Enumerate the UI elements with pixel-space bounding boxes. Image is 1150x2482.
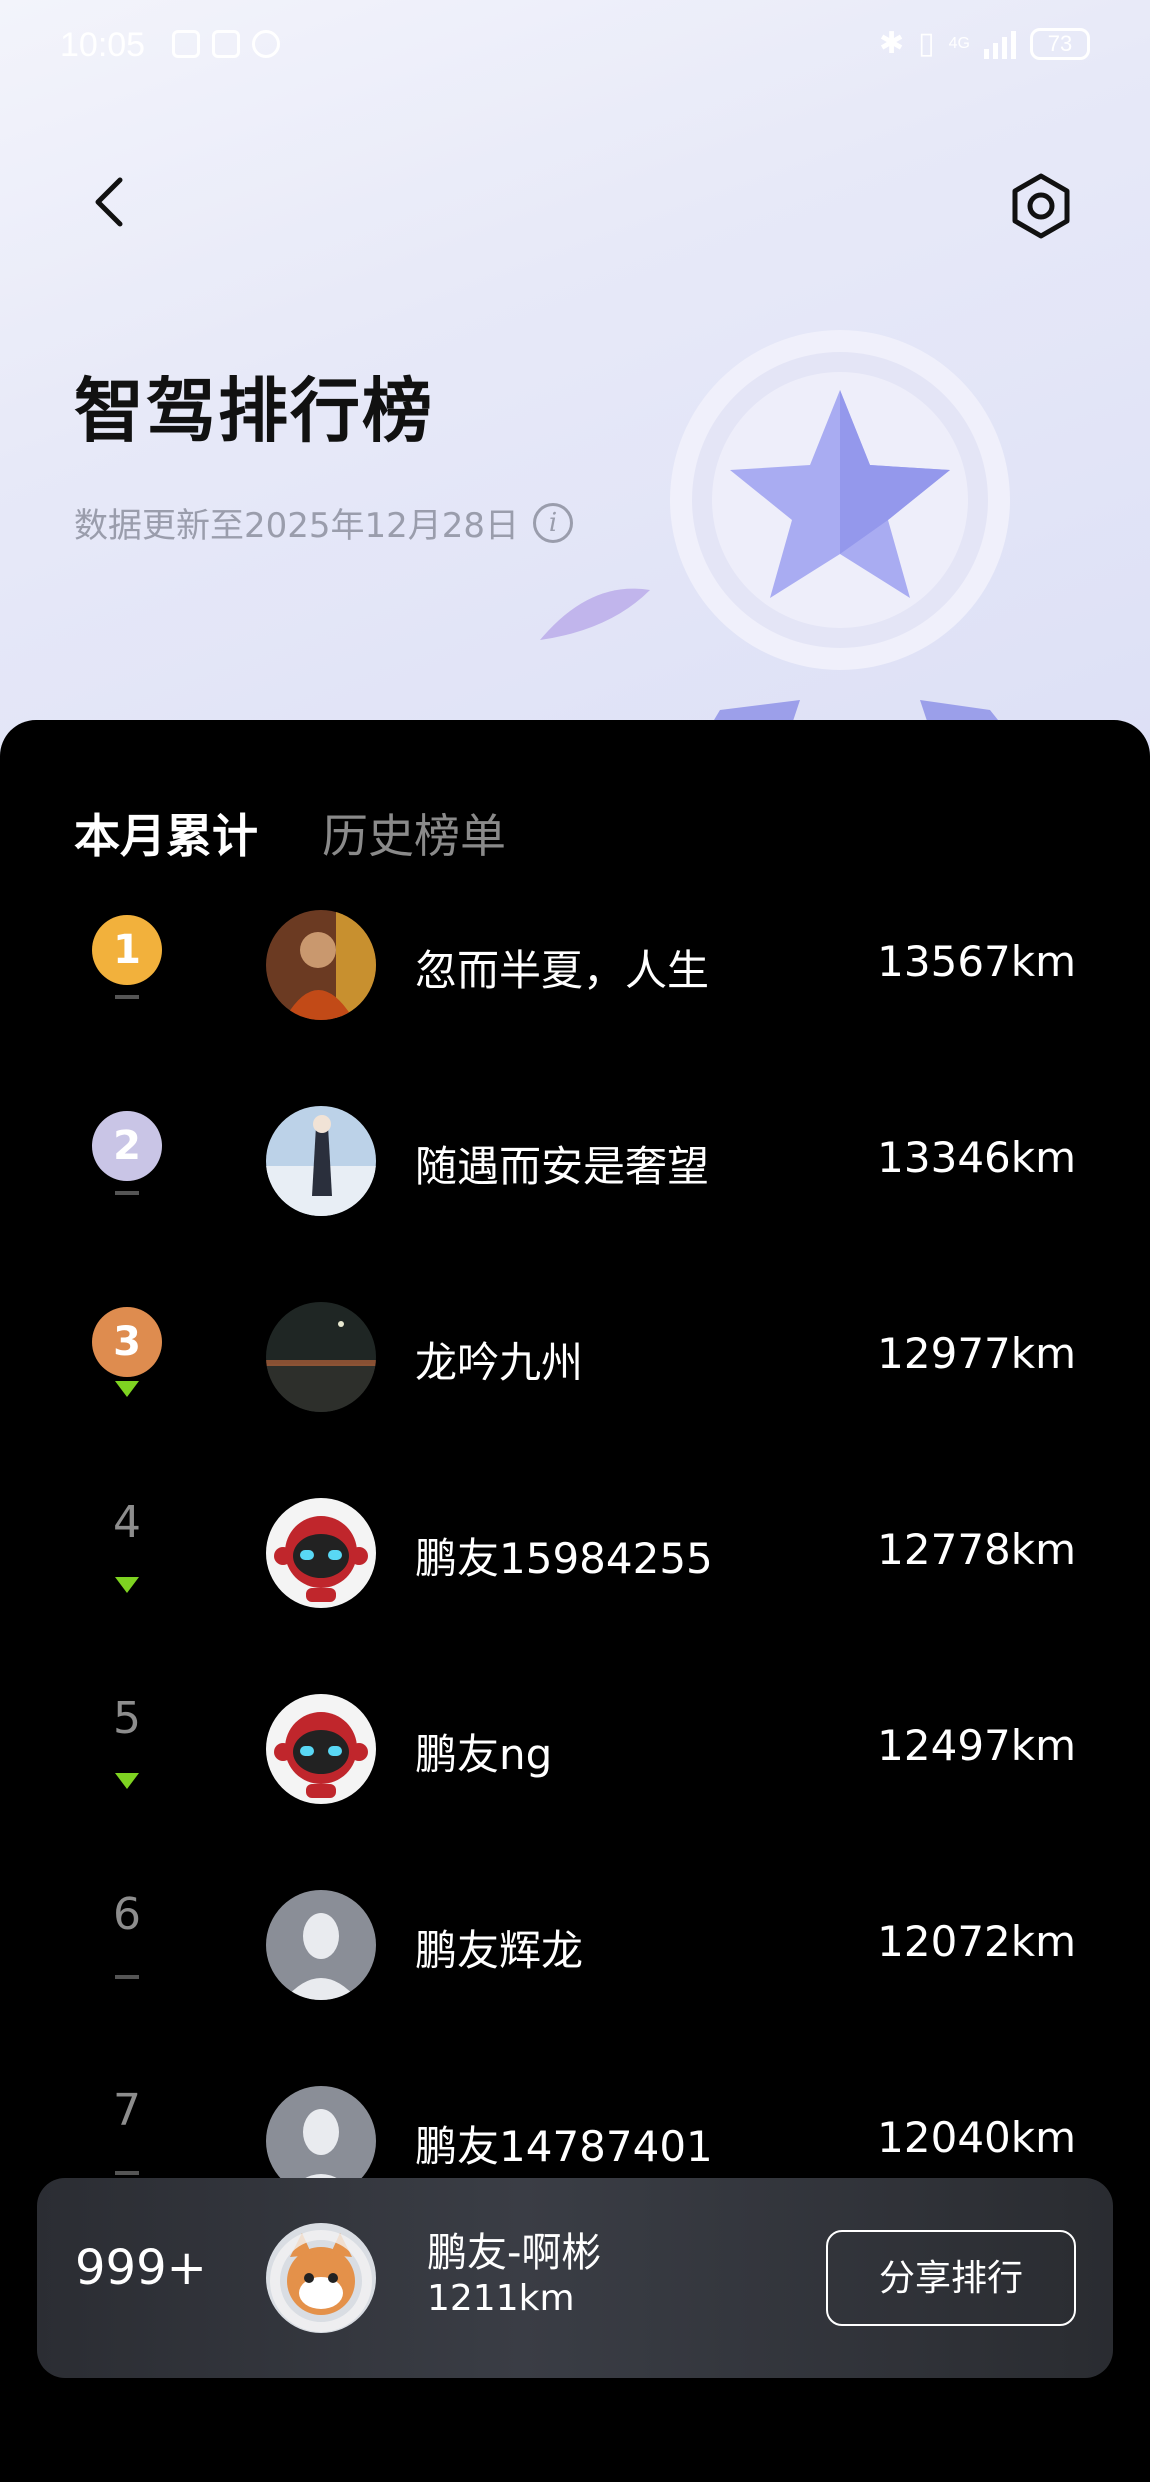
user-avatar — [266, 1694, 376, 1804]
rank-medal-badge: 2 — [92, 1111, 162, 1181]
tab-this-month[interactable]: 本月累计 — [74, 800, 258, 866]
my-rank-bar: 999+ 鹏友-啊彬 1211km 分享排行 — [37, 2178, 1113, 2378]
my-distance: 1211km — [427, 2278, 575, 2319]
bluetooth-icon: ✱ — [879, 27, 905, 60]
page-title: 智驾排行榜 — [74, 370, 434, 452]
rank-number: 4 — [113, 1497, 141, 1548]
share-ranking-button[interactable]: 分享排行 — [826, 2230, 1076, 2326]
battery-icon: 73 — [1030, 27, 1090, 60]
signal-icon — [984, 29, 1016, 59]
vibrate-icon: ▯ — [918, 27, 935, 60]
rank-down-icon — [115, 1577, 139, 1593]
update-date-row: 数据更新至2025年12月28日 i — [74, 498, 574, 547]
rank-number: 7 — [113, 2085, 141, 2136]
leaderboard-row[interactable]: 1 忽而半夏，人生 13567km — [0, 895, 1150, 1035]
user-name: 鹏友ng — [415, 1730, 553, 1779]
leaderboard-row[interactable]: 6 鹏友辉龙 12072km — [0, 1875, 1150, 2015]
user-distance: 13567km — [877, 937, 1076, 986]
my-username: 鹏友-啊彬 — [427, 2230, 602, 2276]
back-arrow-icon[interactable] — [82, 172, 142, 232]
my-avatar — [266, 2223, 376, 2333]
alarm-icon — [252, 30, 280, 58]
rank-number: 6 — [113, 1889, 141, 1940]
user-avatar — [266, 910, 376, 1020]
user-avatar — [266, 1498, 376, 1608]
status-notification-icons — [172, 30, 280, 58]
rank-unchanged-icon — [115, 2171, 139, 2175]
wechat-icon — [172, 30, 200, 58]
rank-unchanged-icon — [115, 995, 139, 999]
leaf-decoration — [540, 588, 650, 640]
user-distance: 13346km — [877, 1133, 1076, 1182]
user-name: 龙吟九州 — [415, 1338, 584, 1387]
status-time: 10:05 — [60, 26, 146, 64]
rank-number: 5 — [113, 1693, 141, 1744]
rank-unchanged-icon — [115, 1975, 139, 1979]
user-avatar — [266, 1302, 376, 1412]
settings-gear-icon[interactable] — [1005, 170, 1077, 242]
star-medal-illustration — [670, 330, 1030, 760]
user-distance: 12040km — [877, 2113, 1076, 2162]
user-distance: 12497km — [877, 1721, 1076, 1770]
user-name: 鹏友14787401 — [415, 2122, 713, 2171]
leaderboard-row[interactable]: 2 随遇而安是奢望 13346km — [0, 1091, 1150, 1231]
user-name: 鹏友15984255 — [415, 1534, 713, 1583]
status-bar: 10:05 ✱ ▯ 4G 73 — [0, 0, 1150, 96]
user-distance: 12778km — [877, 1525, 1076, 1574]
status-right: ✱ ▯ 4G 73 — [879, 26, 1090, 61]
hero-header: 10:05 ✱ ▯ 4G 73 智驾排行榜 数据更新至2025年12月28日 i — [0, 0, 1150, 760]
tab-bar: 本月累计 历史榜单 — [74, 800, 506, 866]
my-rank-number: 999+ — [75, 2240, 207, 2296]
nfc-icon — [212, 30, 240, 58]
network-type: 4G — [948, 34, 970, 52]
update-date-text: 数据更新至2025年12月28日 — [74, 506, 520, 546]
user-avatar — [266, 1890, 376, 2000]
rank-medal-badge: 1 — [92, 915, 162, 985]
user-avatar — [266, 1106, 376, 1216]
rank-unchanged-icon — [115, 1191, 139, 1195]
rank-down-icon — [115, 1773, 139, 1789]
rank-down-icon — [115, 1381, 139, 1397]
user-name: 忽而半夏，人生 — [415, 946, 710, 995]
tab-history[interactable]: 历史榜单 — [322, 800, 506, 866]
leaderboard-row[interactable]: 4 鹏友15984255 12778km — [0, 1483, 1150, 1623]
info-icon[interactable]: i — [533, 502, 574, 543]
leaderboard-row[interactable]: 3 龙吟九州 12977km — [0, 1287, 1150, 1427]
user-name: 随遇而安是奢望 — [415, 1142, 710, 1191]
user-name: 鹏友辉龙 — [415, 1926, 584, 1975]
leaderboard-row[interactable]: 5 鹏友ng 12497km — [0, 1679, 1150, 1819]
rank-medal-badge: 3 — [92, 1307, 162, 1377]
user-distance: 12977km — [877, 1329, 1076, 1378]
user-distance: 12072km — [877, 1917, 1076, 1966]
